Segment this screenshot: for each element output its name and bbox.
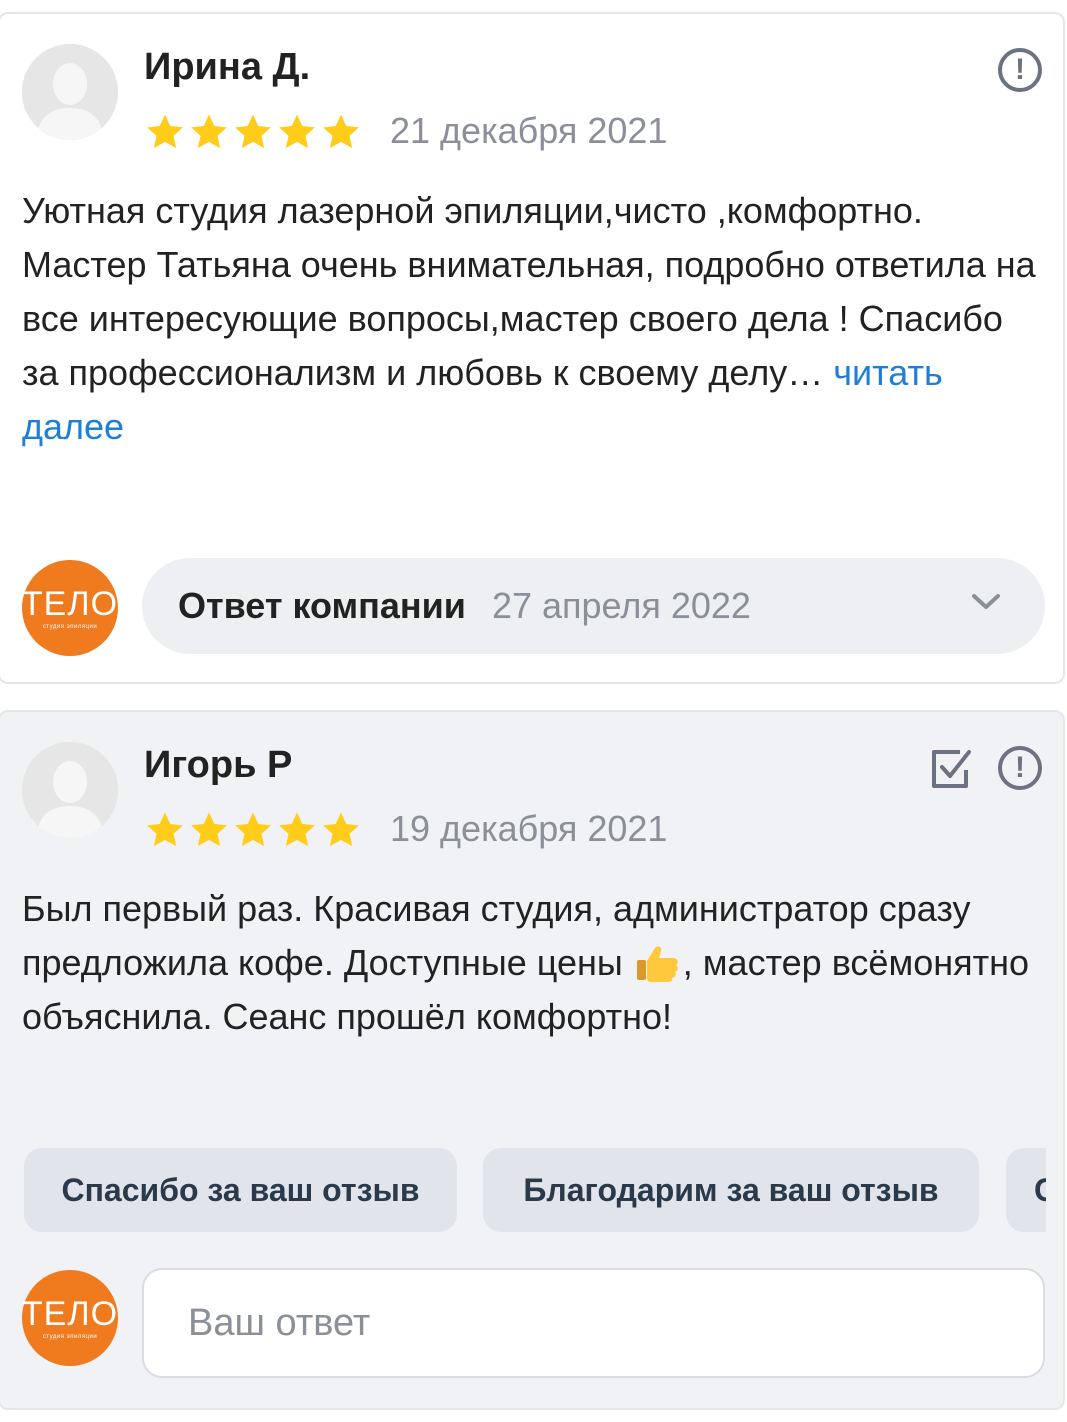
avatar[interactable]	[22, 742, 118, 838]
review-card: Ирина Д. 21 декабря 2021 ! Уютная студия…	[0, 12, 1065, 684]
review-date: 21 декабря 2021	[390, 110, 668, 151]
star-icon	[191, 812, 227, 847]
logo-text: ТЕЛО	[21, 584, 119, 623]
star-icon	[323, 812, 359, 847]
checkbox-edit-icon[interactable]	[928, 746, 974, 792]
avatar[interactable]	[22, 44, 118, 140]
review-card: Игорь Р 19 декабря 2021 ! Был первый раз…	[0, 710, 1065, 1410]
user-silhouette-icon	[22, 742, 118, 838]
company-answer-label: Ответ компании	[178, 585, 466, 626]
report-icon[interactable]: !	[998, 48, 1042, 92]
star-icon	[279, 812, 315, 847]
user-silhouette-icon	[22, 44, 118, 140]
reply-input[interactable]	[142, 1268, 1045, 1378]
star-icon	[147, 812, 183, 847]
quick-reply-chip-label: С	[1034, 1171, 1046, 1208]
quick-reply-chip[interactable]: С	[1006, 1148, 1046, 1232]
star-icon	[147, 114, 183, 149]
reviewer-name[interactable]: Игорь Р	[144, 744, 292, 787]
rating-stars	[144, 112, 362, 152]
company-logo: ТЕЛО студия эпиляции	[22, 560, 118, 656]
company-logo: ТЕЛО студия эпиляции	[22, 1270, 118, 1366]
quick-reply-chip[interactable]: Спасибо за ваш отзыв	[24, 1148, 457, 1232]
company-answer-date: 27 апреля 2022	[491, 585, 751, 626]
review-text: Уютная студия лазерной эпиляции,чисто ,к…	[22, 184, 1042, 454]
thumbs-up-icon	[636, 946, 678, 982]
star-icon	[279, 114, 315, 149]
chevron-down-icon	[972, 594, 1000, 609]
reviewer-name[interactable]: Ирина Д.	[144, 46, 310, 89]
star-icon	[235, 812, 271, 847]
star-icon	[235, 114, 271, 149]
star-icon	[191, 114, 227, 149]
report-icon[interactable]: !	[998, 746, 1042, 790]
review-date: 19 декабря 2021	[390, 808, 668, 849]
logo-subtext: студия эпиляции	[42, 1333, 98, 1340]
logo-text: ТЕЛО	[21, 1294, 119, 1333]
rating-stars	[144, 810, 362, 850]
star-icon	[323, 114, 359, 149]
review-text: Был первый раз. Красивая студия, админис…	[22, 882, 1042, 1044]
logo-subtext: студия эпиляции	[42, 623, 98, 630]
company-answer-toggle[interactable]: Ответ компании 27 апреля 2022	[142, 558, 1045, 654]
quick-reply-chip[interactable]: Благодарим за ваш отзыв	[483, 1148, 979, 1232]
